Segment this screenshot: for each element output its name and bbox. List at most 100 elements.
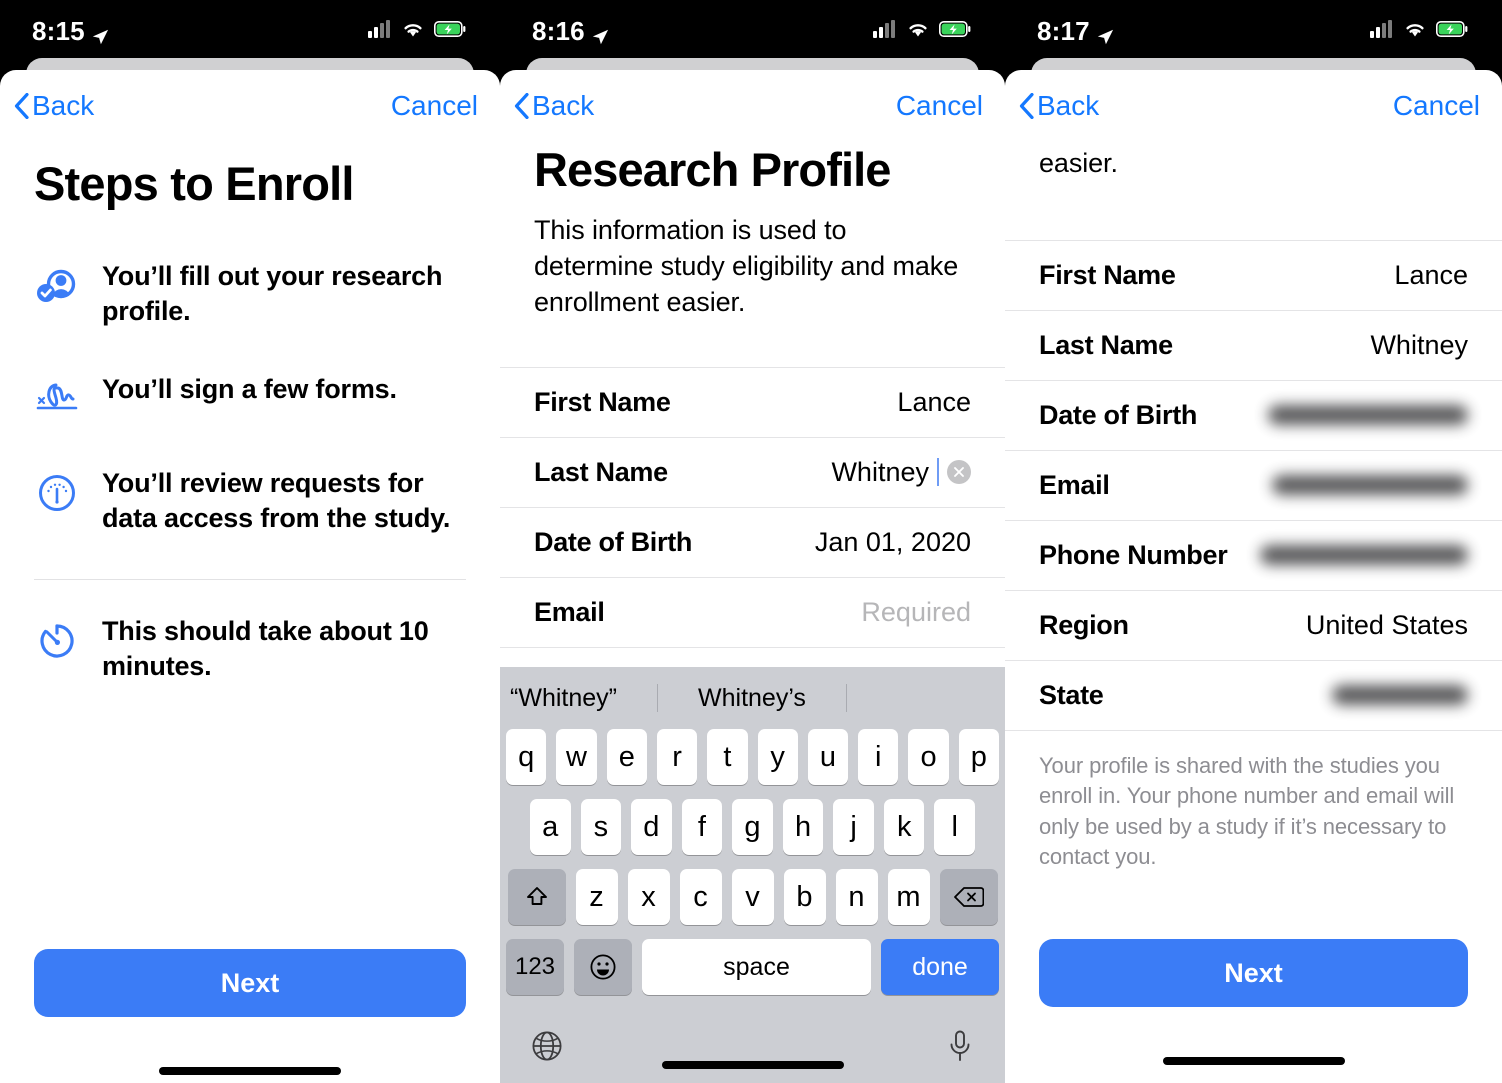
key-w[interactable]: w (556, 729, 597, 785)
field-label: First Name (1039, 259, 1176, 290)
step-item-label: You’ll fill out your research profile. (102, 261, 443, 326)
key-p[interactable]: p (958, 729, 999, 785)
field-value: Whitney (1370, 329, 1468, 360)
wifi-icon (906, 20, 930, 43)
backspace-icon[interactable] (939, 869, 998, 925)
key-e[interactable]: e (606, 729, 647, 785)
key-o[interactable]: o (908, 729, 949, 785)
field-label: Region (1039, 609, 1129, 640)
cancel-button[interactable]: Cancel (391, 90, 478, 122)
field-label: First Name (534, 386, 671, 417)
field-placeholder: Required (861, 596, 971, 627)
nav-bar: Back Cancel (1005, 70, 1502, 142)
steps-list: You’ll fill out your research profile. Y… (34, 259, 466, 683)
intro-block: Research Profile This information is use… (500, 142, 1005, 321)
globe-icon[interactable] (530, 1029, 564, 1063)
numbers-key[interactable]: 123 (506, 939, 564, 995)
shift-icon[interactable] (507, 869, 566, 925)
back-button[interactable]: Back (14, 90, 94, 122)
step-item-review: You’ll review requests for data access f… (34, 466, 466, 535)
back-button[interactable]: Back (514, 90, 594, 122)
intro-paragraph: This information is used to determine st… (534, 215, 959, 317)
form-row-last-name[interactable]: Last Name Whitney (1005, 311, 1502, 381)
location-arrow-icon (591, 22, 609, 45)
form-row-first-name[interactable]: First Name Lance (1005, 241, 1502, 311)
redacted-value (1272, 475, 1468, 496)
back-button-label: Back (32, 90, 95, 121)
steps-content: Steps to Enroll You’ll fill out your res… (0, 156, 500, 1083)
field-label: Date of Birth (534, 526, 693, 557)
next-button[interactable]: Next (1039, 939, 1468, 1007)
status-indicators (368, 19, 466, 43)
status-bar: 8:17 (1005, 0, 1502, 62)
done-key[interactable]: done (881, 939, 999, 995)
cancel-button[interactable]: Cancel (1393, 90, 1480, 122)
key-k[interactable]: k (883, 799, 925, 855)
research-profile-content: easier. First Name Lance Last Name Whitn… (1005, 146, 1502, 1083)
form-row-email[interactable]: Email (1005, 451, 1502, 521)
status-time: 8:17 (1037, 15, 1090, 46)
field-label: Date of Birth (1039, 399, 1198, 430)
form-row-date-of-birth[interactable]: Date of Birth (1005, 381, 1502, 451)
cancel-button-label: Cancel (895, 90, 983, 121)
nav-bar: Back Cancel (500, 70, 1005, 142)
form-row-region[interactable]: Region United States (1005, 591, 1502, 661)
emoji-icon[interactable] (574, 939, 632, 995)
text-caret (937, 458, 939, 487)
key-f[interactable]: f (681, 799, 723, 855)
key-a[interactable]: a (529, 799, 571, 855)
key-m[interactable]: m (887, 869, 930, 925)
key-j[interactable]: j (833, 799, 874, 855)
research-profile-content: Research Profile This information is use… (500, 142, 1005, 1083)
signature-icon (34, 376, 80, 422)
next-button[interactable]: Next (34, 949, 466, 1017)
suggestion-1[interactable]: Whitney’s (692, 684, 812, 713)
key-c[interactable]: c (679, 869, 722, 925)
key-x[interactable]: x (627, 869, 670, 925)
form-row-phone-number[interactable]: Phone Number (1005, 521, 1502, 591)
key-b[interactable]: b (783, 869, 826, 925)
field-value: United States (1305, 609, 1468, 640)
space-key[interactable]: space (642, 939, 871, 995)
key-u[interactable]: u (807, 729, 849, 785)
form-row-state[interactable]: State (1005, 661, 1502, 731)
microphone-icon[interactable] (945, 1029, 975, 1063)
home-indicator (1162, 1057, 1345, 1065)
key-l[interactable]: l (934, 799, 976, 855)
form-row-email[interactable]: Email Required (500, 578, 1005, 648)
step-item-sign: You’ll sign a few forms. (34, 372, 466, 422)
last-name-input[interactable]: Whitney (831, 457, 929, 488)
key-z[interactable]: z (575, 869, 618, 925)
keyboard-suggestion-bar: “Whitney” Whitney’s (500, 667, 1005, 729)
status-time-group: 8:15 (32, 16, 109, 47)
battery-charging-icon (939, 20, 971, 42)
form-row-date-of-birth[interactable]: Date of Birth Jan 01, 2020 (500, 508, 1005, 578)
key-t[interactable]: t (707, 729, 748, 785)
suggestion-0[interactable]: “Whitney” (504, 684, 623, 713)
status-bar: 8:15 (0, 0, 500, 62)
status-time: 8:16 (532, 15, 585, 46)
cancel-button-label: Cancel (390, 90, 478, 121)
key-s[interactable]: s (580, 799, 622, 855)
modal-sheet: Back Cancel easier. First Name Lance Las… (1005, 70, 1502, 1083)
key-n[interactable]: n (835, 869, 878, 925)
modal-sheet: Back Cancel Steps to Enroll You’ll fill … (0, 70, 500, 1083)
key-i[interactable]: i (858, 729, 899, 785)
cancel-button[interactable]: Cancel (896, 90, 983, 122)
clear-text-icon[interactable] (947, 460, 971, 485)
key-d[interactable]: d (631, 799, 672, 855)
key-q[interactable]: q (506, 729, 547, 785)
key-r[interactable]: r (656, 729, 698, 785)
timer-icon (34, 618, 80, 664)
field-label: Last Name (1039, 329, 1173, 360)
back-button[interactable]: Back (1019, 90, 1099, 122)
section-divider (34, 579, 466, 581)
key-y[interactable]: y (757, 729, 798, 785)
key-g[interactable]: g (732, 799, 773, 855)
key-v[interactable]: v (731, 869, 774, 925)
form-row-last-name[interactable]: Last Name Whitney (500, 438, 1005, 508)
keyboard-row-1: q w e r t y u i o p (506, 729, 999, 785)
key-h[interactable]: h (782, 799, 824, 855)
cellular-bars-icon (1370, 19, 1394, 43)
form-row-first-name[interactable]: First Name Lance (500, 368, 1005, 438)
